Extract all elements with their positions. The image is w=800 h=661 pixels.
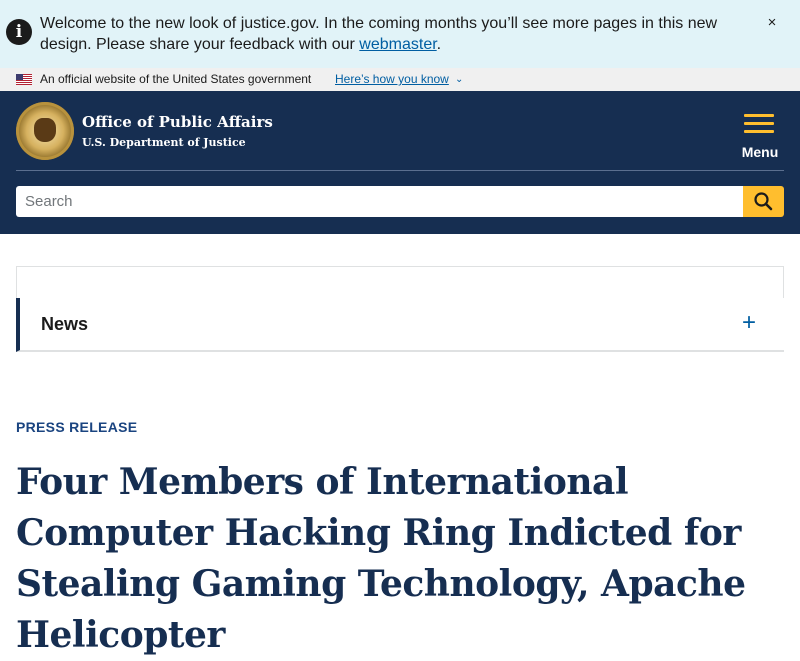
news-accordion-toggle[interactable]: News + bbox=[16, 298, 784, 352]
search-button[interactable] bbox=[743, 186, 784, 217]
info-icon: i bbox=[6, 19, 32, 45]
us-flag-icon bbox=[16, 74, 32, 85]
news-label: News bbox=[41, 314, 89, 334]
close-icon[interactable]: × bbox=[763, 14, 781, 32]
gov-banner: An official website of the United States… bbox=[0, 68, 800, 91]
hamburger-icon-bar bbox=[744, 122, 774, 125]
search-icon bbox=[754, 192, 773, 211]
hamburger-icon bbox=[744, 114, 774, 117]
site-header: Office of Public Affairs U.S. Department… bbox=[0, 91, 800, 234]
header-divider bbox=[16, 170, 784, 171]
chevron-down-icon[interactable]: ⌄ bbox=[455, 68, 463, 91]
menu-label: Menu bbox=[741, 144, 779, 160]
doj-seal-logo[interactable] bbox=[16, 102, 74, 160]
heres-how-you-know-link[interactable]: Here’s how you know bbox=[335, 68, 449, 91]
gov-banner-text: An official website of the United States… bbox=[40, 72, 312, 86]
search-input[interactable] bbox=[16, 186, 743, 217]
site-alert-banner: i Welcome to the new look of justice.gov… bbox=[0, 0, 800, 68]
hamburger-icon-bar bbox=[744, 130, 774, 133]
alert-text-after: . bbox=[436, 36, 442, 53]
plus-icon: + bbox=[742, 309, 757, 336]
article-headline: Four Members of International Computer H… bbox=[16, 461, 746, 656]
menu-button[interactable]: Menu bbox=[736, 110, 784, 162]
webmaster-link[interactable]: webmaster bbox=[359, 36, 436, 53]
alert-message: Welcome to the new look of justice.gov. … bbox=[40, 13, 760, 55]
office-title[interactable]: Office of Public Affairs bbox=[82, 113, 273, 131]
article-type-label: PRESS RELEASE bbox=[16, 419, 138, 435]
department-subtitle[interactable]: U.S. Department of Justice bbox=[82, 136, 246, 149]
